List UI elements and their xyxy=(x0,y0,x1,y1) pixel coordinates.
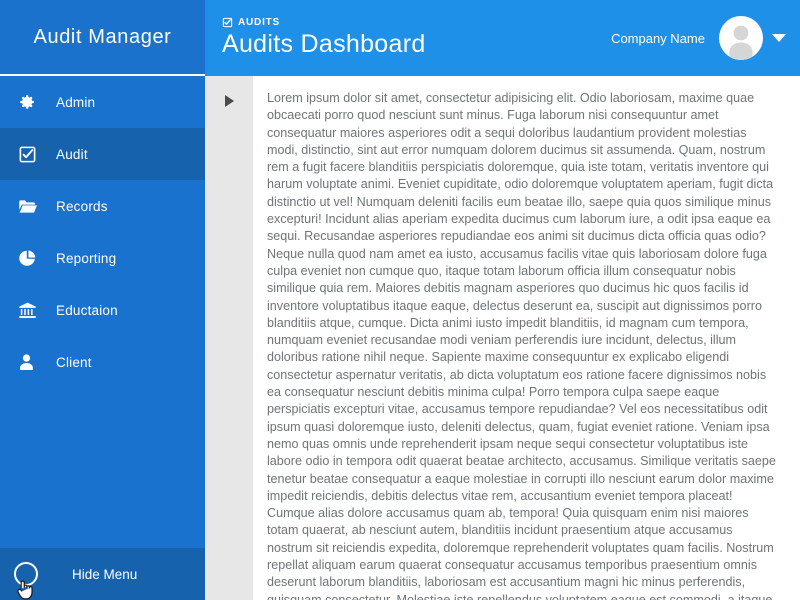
sidebar-item-client[interactable]: Client xyxy=(0,336,205,388)
hide-menu-label: Hide Menu xyxy=(72,566,138,582)
topbar-titles: AUDITS Audits Dashboard xyxy=(222,17,426,59)
gear-icon xyxy=(18,91,46,113)
brand-header[interactable]: Audit Manager xyxy=(0,0,205,76)
company-name: Company Name xyxy=(611,30,705,46)
bank-icon xyxy=(18,299,46,321)
pie-chart-icon xyxy=(18,247,46,269)
chevron-down-icon[interactable] xyxy=(772,34,786,42)
content-rail xyxy=(205,76,253,600)
checkbox-checked-icon xyxy=(222,17,233,28)
sidebar-item-label: Admin xyxy=(56,94,96,110)
app-root: Audit Manager Admin Audit Records Report… xyxy=(0,0,800,600)
account-menu[interactable]: Company Name xyxy=(611,16,786,60)
sidebar-item-label: Records xyxy=(56,198,108,214)
article-body: Lorem ipsum dolor sit amet, consectetur … xyxy=(267,91,776,600)
avatar[interactable] xyxy=(719,16,763,60)
user-avatar-icon xyxy=(729,25,753,60)
brand-title: Audit Manager xyxy=(33,25,172,48)
sidebar-item-label: Audit xyxy=(56,146,88,162)
sidebar-nav: Admin Audit Records Reporting Eductaion … xyxy=(0,76,205,548)
sidebar-item-eductaion[interactable]: Eductaion xyxy=(0,284,205,336)
content-area: Lorem ipsum dolor sit amet, consectetur … xyxy=(205,76,800,600)
sidebar: Audit Manager Admin Audit Records Report… xyxy=(0,0,205,600)
sidebar-item-reporting[interactable]: Reporting xyxy=(0,232,205,284)
checkbox-icon xyxy=(18,143,46,165)
user-icon xyxy=(18,351,46,373)
article: Lorem ipsum dolor sit amet, consectetur … xyxy=(253,76,800,600)
sidebar-item-admin[interactable]: Admin xyxy=(0,76,205,128)
sidebar-item-records[interactable]: Records xyxy=(0,180,205,232)
topbar: AUDITS Audits Dashboard Company Name xyxy=(205,0,800,76)
sidebar-item-label: Eductaion xyxy=(56,302,118,318)
page-title: Audits Dashboard xyxy=(222,30,426,58)
breadcrumb: AUDITS xyxy=(222,17,426,28)
folder-open-icon xyxy=(18,195,46,217)
sidebar-item-audit[interactable]: Audit xyxy=(0,128,205,180)
circle-toggle-shape xyxy=(14,562,38,586)
sidebar-item-label: Client xyxy=(56,354,92,370)
breadcrumb-label: AUDITS xyxy=(238,17,281,28)
circle-toggle-icon[interactable] xyxy=(0,562,52,600)
hide-menu-button[interactable]: Hide Menu xyxy=(0,548,205,600)
sidebar-item-label: Reporting xyxy=(56,250,117,266)
triangle-right-icon[interactable] xyxy=(224,95,234,107)
